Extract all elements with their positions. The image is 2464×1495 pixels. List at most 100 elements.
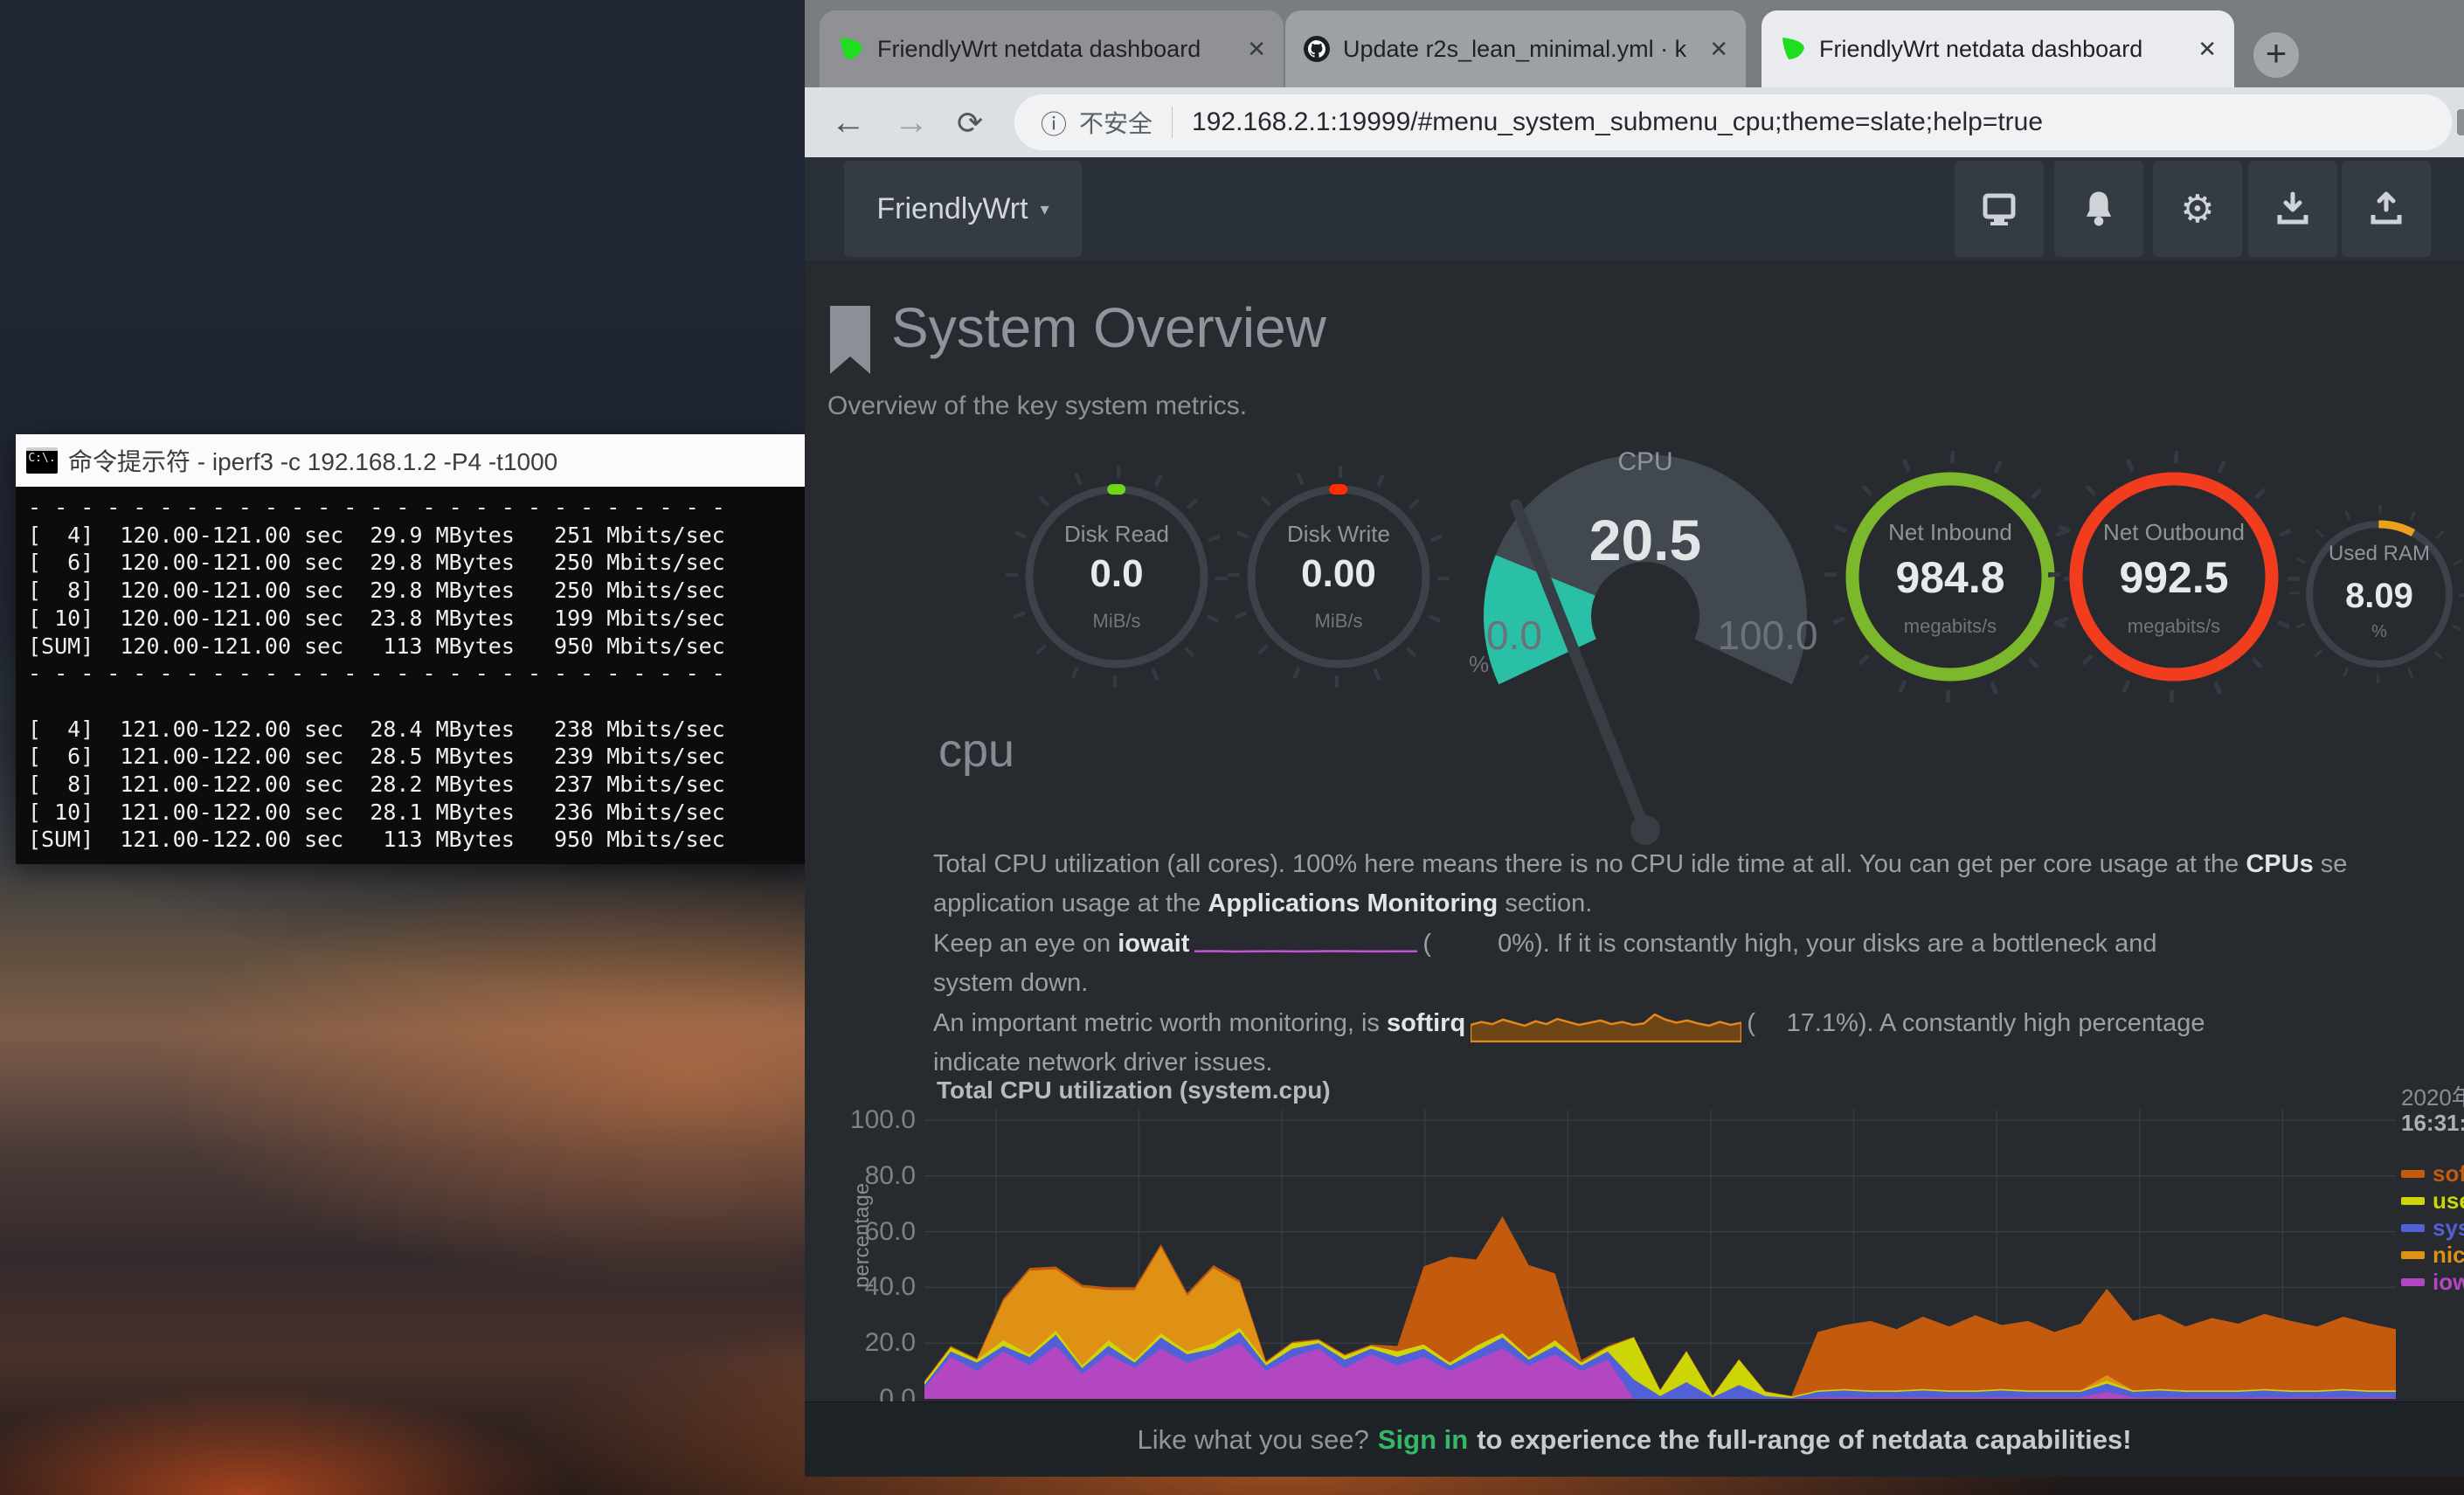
alarms-button[interactable] bbox=[2054, 161, 2143, 257]
download-icon bbox=[2273, 189, 2313, 229]
text: ( bbox=[1422, 930, 1431, 958]
gauge-value: 992.5 bbox=[2069, 552, 2279, 603]
cpu-utilization-chart[interactable] bbox=[924, 1110, 2396, 1399]
gauge-value: 984.8 bbox=[1845, 552, 2055, 603]
paragraph-line: application usage at the Applications Mo… bbox=[933, 883, 2464, 924]
upload-icon bbox=[2366, 189, 2406, 229]
tab-title: FriendlyWrt netdata dashboard bbox=[877, 36, 1238, 63]
text: An important metric worth monitoring, is bbox=[933, 1009, 1387, 1037]
url-text[interactable]: 192.168.2.1:19999/#menu_system_submenu_c… bbox=[1192, 107, 2043, 137]
cmd-icon: C:\. bbox=[26, 447, 58, 474]
iowait-sparkline bbox=[1194, 933, 1417, 956]
reload-button[interactable]: ⟳ bbox=[957, 105, 983, 142]
terminal-titlebar[interactable]: C:\. 命令提示符 - iperf3 -c 192.168.1.2 -P4 -… bbox=[16, 434, 806, 487]
text: section. bbox=[1498, 889, 1592, 917]
chevron-down-icon: ▾ bbox=[1041, 198, 1049, 220]
terminal-output: - - - - - - - - - - - - - - - - - - - - … bbox=[28, 494, 806, 854]
iowait-percent: 0% bbox=[1431, 924, 1534, 964]
page-subtitle: Overview of the key system metrics. bbox=[827, 391, 1247, 421]
softirq-sparkline bbox=[1471, 1006, 1741, 1042]
signin-link[interactable]: Sign in bbox=[1378, 1424, 1468, 1456]
settings-button[interactable]: ⚙ bbox=[2153, 161, 2242, 257]
gauge-unit: MiB/s bbox=[1029, 610, 1204, 633]
print-screen-button[interactable] bbox=[1955, 161, 2044, 257]
legend-item-softirq[interactable]: softirq bbox=[2401, 1160, 2464, 1187]
back-button[interactable]: ← bbox=[831, 103, 866, 142]
signin-text: Like what you see? bbox=[1137, 1424, 1368, 1456]
section-heading-cpu: cpu bbox=[938, 723, 1014, 778]
chart-legend: softirq user system nice iowait bbox=[2401, 1160, 2464, 1296]
new-tab-button[interactable]: + bbox=[2253, 32, 2299, 78]
tab-strip: FriendlyWrt netdata dashboard ✕ Update r… bbox=[805, 0, 2464, 87]
gauge-label: Used RAM bbox=[2292, 542, 2464, 566]
export-button[interactable] bbox=[2342, 161, 2431, 257]
legend-label: user bbox=[2433, 1187, 2464, 1215]
text: ( bbox=[1747, 1009, 1755, 1037]
gauge-unit: % bbox=[2292, 622, 2464, 642]
ytick: 40.0 bbox=[828, 1273, 916, 1301]
tab-title: FriendlyWrt netdata dashboard bbox=[1819, 36, 2189, 63]
terminal-body[interactable]: - - - - - - - - - - - - - - - - - - - - … bbox=[16, 487, 806, 864]
gear-icon: ⚙ bbox=[2180, 187, 2214, 232]
netdata-icon bbox=[1779, 35, 1807, 63]
text: se bbox=[2314, 850, 2348, 878]
hostname-dropdown[interactable]: FriendlyWrt ▾ bbox=[844, 161, 1082, 257]
desktop: C:\. 命令提示符 - iperf3 -c 192.168.1.2 -P4 -… bbox=[0, 0, 2464, 1495]
netdata-icon bbox=[837, 35, 865, 63]
gauge-label: Net Inbound bbox=[1845, 519, 2055, 546]
paragraph-line: Keep an eye on iowait(0%). If it is cons… bbox=[933, 924, 2464, 964]
ytick: 80.0 bbox=[828, 1162, 916, 1190]
paragraph-line: system down. bbox=[933, 963, 2464, 1003]
text: Keep an eye on bbox=[933, 930, 1118, 958]
gauge-unit: megabits/s bbox=[2069, 615, 2279, 638]
softirq-percent: 17.1% bbox=[1755, 1003, 1858, 1043]
legend-item-iowait[interactable]: iowait bbox=[2401, 1269, 2464, 1296]
gauge-label: Disk Read bbox=[1029, 521, 1204, 548]
tab-title: Update r2s_lean_minimal.yml · k bbox=[1343, 36, 1700, 63]
legend-item-system[interactable]: system bbox=[2401, 1215, 2464, 1242]
omnibox-divider bbox=[1172, 107, 1173, 138]
tab-netdata-1[interactable]: FriendlyWrt netdata dashboard ✕ bbox=[820, 10, 1284, 87]
tab-github[interactable]: Update r2s_lean_minimal.yml · k ✕ bbox=[1285, 10, 1746, 87]
gauge-unit: MiB/s bbox=[1251, 610, 1426, 633]
text-bold-iowait: iowait bbox=[1118, 930, 1189, 958]
tab-netdata-2-active[interactable]: FriendlyWrt netdata dashboard ✕ bbox=[1761, 10, 2234, 87]
legend-swatch bbox=[2401, 1197, 2425, 1205]
gauge-label: Disk Write bbox=[1251, 521, 1426, 548]
browser-window: FriendlyWrt netdata dashboard ✕ Update r… bbox=[805, 0, 2464, 1477]
legend-label: iowait bbox=[2433, 1269, 2464, 1296]
text: application usage at the bbox=[933, 889, 1208, 917]
legend-item-user[interactable]: user bbox=[2401, 1187, 2464, 1215]
gauge-label: Net Outbound bbox=[2069, 519, 2279, 546]
text-bold-applications-monitoring: Applications Monitoring bbox=[1208, 889, 1498, 917]
gauge-value: 8.09 bbox=[2292, 577, 2464, 616]
close-icon[interactable]: ✕ bbox=[1709, 36, 1728, 63]
terminal-title: 命令提示符 - iperf3 -c 192.168.1.2 -P4 -t1000 bbox=[68, 443, 557, 478]
legend-swatch bbox=[2401, 1170, 2425, 1178]
legend-swatch bbox=[2401, 1251, 2425, 1259]
gauge-label: CPU bbox=[1558, 447, 1733, 477]
legend-swatch bbox=[2401, 1278, 2425, 1286]
legend-item-nice[interactable]: nice bbox=[2401, 1242, 2464, 1269]
signin-text-bold: to experience the full-range of netdata … bbox=[1477, 1424, 2131, 1456]
gauge-value: 20.5 bbox=[1536, 507, 1755, 573]
legend-swatch bbox=[2401, 1224, 2425, 1232]
close-icon[interactable]: ✕ bbox=[2198, 36, 2217, 63]
bookmark-icon bbox=[830, 306, 870, 374]
text-bold-softirq: softirq bbox=[1387, 1009, 1465, 1037]
page-title: System Overview bbox=[891, 295, 1326, 360]
security-label[interactable]: 不安全 bbox=[1079, 105, 1152, 140]
forward-button[interactable]: → bbox=[894, 103, 929, 142]
ytick: 20.0 bbox=[828, 1329, 916, 1357]
omnibox[interactable]: ⓘ 不安全 192.168.2.1:19999/#menu_system_sub… bbox=[1014, 94, 2452, 150]
monitor-icon bbox=[1979, 189, 2019, 229]
text: ). A constantly high percentage bbox=[1858, 1009, 2205, 1037]
terminal-window[interactable]: C:\. 命令提示符 - iperf3 -c 192.168.1.2 -P4 -… bbox=[16, 434, 806, 864]
text: Total CPU utilization (all cores). 100% … bbox=[933, 850, 2246, 878]
bell-icon bbox=[2080, 189, 2118, 229]
site-info-icon[interactable]: ⓘ bbox=[1041, 103, 1067, 142]
ytick: 100.0 bbox=[828, 1106, 916, 1134]
close-icon[interactable]: ✕ bbox=[1247, 36, 1266, 63]
extension-icon[interactable] bbox=[2457, 109, 2464, 135]
import-button[interactable] bbox=[2248, 161, 2337, 257]
